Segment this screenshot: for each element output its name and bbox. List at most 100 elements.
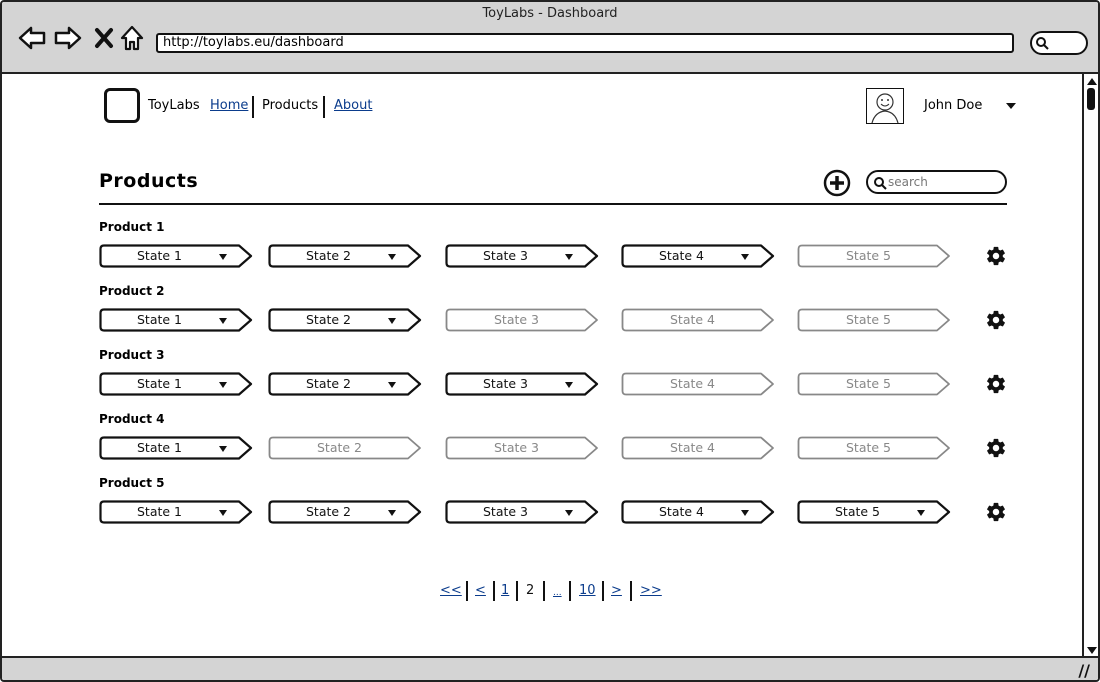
state-dropdown[interactable]: State 1 xyxy=(99,436,253,460)
browser-toolbar: ToyLabs - Dashboard http://toylabs.eu/da… xyxy=(2,2,1098,74)
page-divider xyxy=(466,581,468,601)
page-divider xyxy=(516,581,518,601)
state-dropdown[interactable]: State 3 xyxy=(445,244,599,268)
browser-window: ToyLabs - Dashboard http://toylabs.eu/da… xyxy=(0,0,1100,682)
state-label: State 1 xyxy=(137,312,183,327)
state-label: State 4 xyxy=(659,248,705,263)
page-link[interactable]: 1 xyxy=(501,583,509,598)
state-label: State 2 xyxy=(306,504,352,519)
page-divider xyxy=(493,581,495,601)
forward-arrow-icon[interactable] xyxy=(54,24,82,52)
page-link[interactable]: > xyxy=(611,583,622,598)
page-link[interactable]: < xyxy=(475,583,486,598)
back-arrow-icon[interactable] xyxy=(18,24,46,52)
state-dropdown[interactable]: State 3 xyxy=(445,372,599,396)
state-dropdown[interactable]: State 2 xyxy=(268,500,422,524)
state-dropdown[interactable]: State 2 xyxy=(268,372,422,396)
product-name: Product 1 xyxy=(99,220,165,234)
state-dropdown[interactable]: State 1 xyxy=(99,308,253,332)
resize-grip-icon[interactable]: // xyxy=(1078,661,1090,680)
chevron-down-icon xyxy=(388,510,396,516)
product-name: Product 3 xyxy=(99,348,165,362)
page-divider xyxy=(602,581,604,601)
state-dropdown[interactable]: State 1 xyxy=(99,244,253,268)
product-name: Product 5 xyxy=(99,476,165,490)
gear-icon[interactable] xyxy=(985,245,1007,267)
gear-icon[interactable] xyxy=(985,501,1007,523)
state-dropdown: State 2 xyxy=(268,436,422,460)
state-dropdown[interactable]: State 1 xyxy=(99,500,253,524)
user-avatar-icon[interactable] xyxy=(866,88,904,124)
scroll-thumb[interactable] xyxy=(1087,88,1095,110)
nav-link-about[interactable]: About xyxy=(334,98,372,113)
state-label: State 3 xyxy=(483,376,529,391)
state-dropdown: State 4 xyxy=(621,436,775,460)
nav-link-products[interactable]: Products xyxy=(262,98,318,113)
nav-link-home[interactable]: Home xyxy=(210,98,248,113)
chevron-down-icon xyxy=(388,382,396,388)
state-label: State 5 xyxy=(846,312,892,327)
state-dropdown: State 3 xyxy=(445,436,599,460)
nav-divider xyxy=(252,96,254,118)
pagination: << <1 2... 10 > >> xyxy=(2,580,1098,602)
scroll-down-icon[interactable] xyxy=(1087,647,1097,654)
browser-search-field[interactable] xyxy=(1030,31,1088,55)
close-icon[interactable] xyxy=(90,24,118,52)
add-product-button[interactable] xyxy=(823,169,851,197)
page-link[interactable]: >> xyxy=(640,583,662,598)
state-dropdown[interactable]: State 2 xyxy=(268,308,422,332)
vertical-scrollbar[interactable] xyxy=(1082,74,1098,658)
chevron-down-icon xyxy=(917,510,925,516)
state-label: State 3 xyxy=(494,312,540,327)
plus-circle-icon xyxy=(823,169,851,197)
logo[interactable] xyxy=(104,88,140,123)
gear-icon[interactable] xyxy=(985,437,1007,459)
address-bar[interactable]: http://toylabs.eu/dashboard xyxy=(156,33,1014,53)
state-label: State 5 xyxy=(846,376,892,391)
state-label: State 4 xyxy=(670,376,716,391)
page-link[interactable]: 10 xyxy=(579,583,596,598)
title-divider xyxy=(99,203,1007,205)
chevron-down-icon xyxy=(219,254,227,260)
product-name: Product 2 xyxy=(99,284,165,298)
status-bar: // xyxy=(2,656,1098,680)
user-name[interactable]: John Doe xyxy=(924,98,982,113)
state-dropdown[interactable]: State 3 xyxy=(445,500,599,524)
search-input[interactable] xyxy=(888,173,998,191)
state-dropdown[interactable]: State 2 xyxy=(268,244,422,268)
chevron-down-icon xyxy=(565,510,573,516)
chevron-down-icon xyxy=(565,382,573,388)
state-dropdown[interactable]: State 1 xyxy=(99,372,253,396)
page-link[interactable]: ... xyxy=(553,588,562,598)
state-dropdown: State 3 xyxy=(445,308,599,332)
gear-icon[interactable] xyxy=(985,309,1007,331)
state-label: State 1 xyxy=(137,376,183,391)
chevron-down-icon xyxy=(741,510,749,516)
state-label: State 2 xyxy=(306,376,352,391)
state-dropdown: State 5 xyxy=(797,308,951,332)
state-label: State 1 xyxy=(137,248,183,263)
chevron-down-icon xyxy=(219,510,227,516)
state-dropdown[interactable]: State 4 xyxy=(621,244,775,268)
home-icon[interactable] xyxy=(118,24,146,52)
window-title: ToyLabs - Dashboard xyxy=(482,6,618,21)
state-dropdown: State 5 xyxy=(797,436,951,460)
state-label: State 4 xyxy=(670,440,716,455)
state-label: State 3 xyxy=(483,504,529,519)
state-label: State 1 xyxy=(137,440,183,455)
chevron-down-icon[interactable] xyxy=(1006,103,1016,109)
gear-icon[interactable] xyxy=(985,373,1007,395)
state-label: State 5 xyxy=(846,440,892,455)
state-label: State 5 xyxy=(835,504,881,519)
page-link[interactable]: << xyxy=(440,583,462,598)
nav-divider xyxy=(323,96,325,118)
scroll-up-icon[interactable] xyxy=(1087,78,1097,85)
chevron-down-icon xyxy=(388,318,396,324)
search-field[interactable] xyxy=(866,170,1007,194)
state-dropdown[interactable]: State 5 xyxy=(797,500,951,524)
state-label: State 4 xyxy=(670,312,716,327)
state-dropdown[interactable]: State 4 xyxy=(621,500,775,524)
state-dropdown: State 4 xyxy=(621,372,775,396)
state-label: State 4 xyxy=(659,504,705,519)
brand-name: ToyLabs xyxy=(148,98,200,113)
